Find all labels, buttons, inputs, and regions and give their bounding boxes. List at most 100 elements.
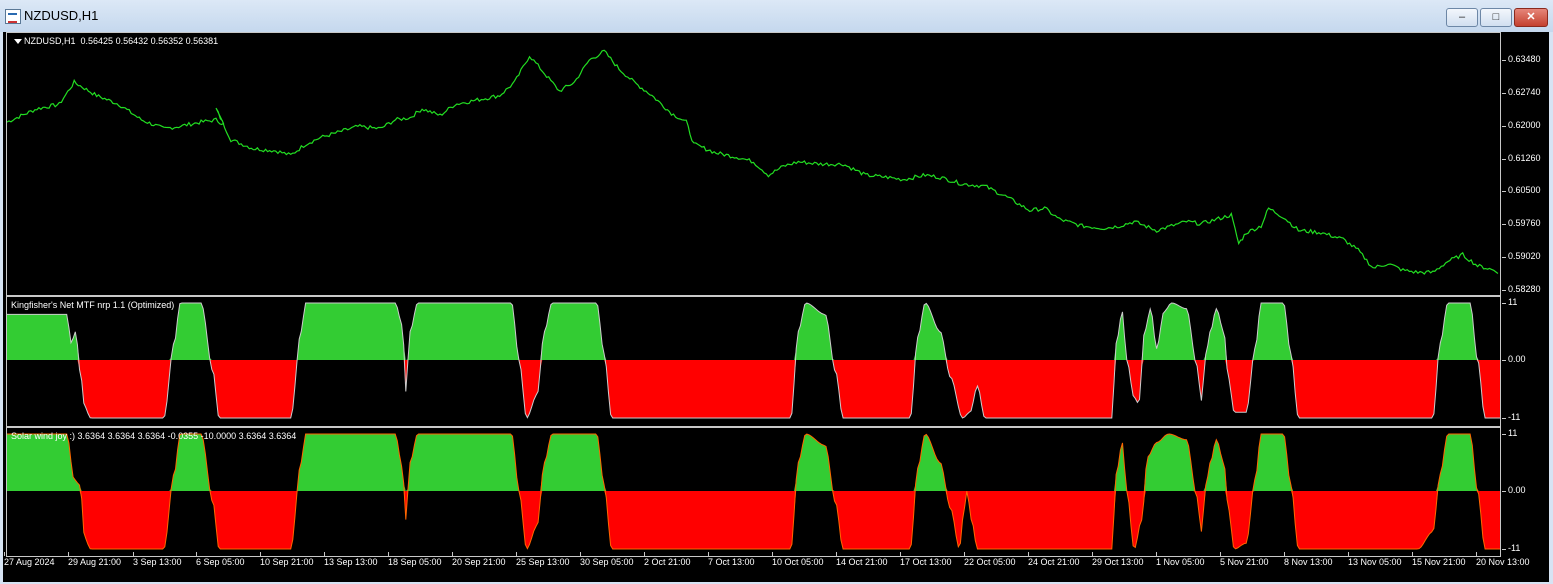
time-tick-label: 6 Sep 05:00 <box>196 557 245 567</box>
price-pane[interactable]: NZDUSD,H1 0.56425 0.56432 0.56352 0.5638… <box>6 32 1501 296</box>
time-tick-mark <box>900 552 901 556</box>
solar-wind-header: Solar wind joy :) 3.6364 3.6364 3.6364 -… <box>11 431 296 441</box>
time-tick-mark <box>452 552 453 556</box>
time-tick-mark <box>68 552 69 556</box>
time-tick-label: 20 Nov 13:00 <box>1476 557 1530 567</box>
price-tick-mark <box>1502 191 1506 193</box>
time-tick-label: 20 Sep 21:00 <box>452 557 506 567</box>
solar-wind-positive-area <box>7 434 1500 491</box>
symbol-label: NZDUSD,H1 <box>24 36 76 46</box>
time-tick-mark <box>1348 552 1349 556</box>
price-tick-label: 0.61260 <box>1508 152 1541 163</box>
kingfisher-tick-mark <box>1502 418 1506 419</box>
time-tick-label: 2 Oct 21:00 <box>644 557 691 567</box>
kingfisher-pane[interactable]: Kingfisher's Net MTF nrp 1.1 (Optimized) <box>6 296 1501 427</box>
maximize-button[interactable]: □ <box>1480 8 1512 27</box>
time-tick-label: 15 Nov 21:00 <box>1412 557 1466 567</box>
chart-dropdown-icon[interactable] <box>14 39 22 44</box>
chart-window-icon <box>5 9 21 24</box>
solar-wind-tick-label: -11 <box>1508 543 1521 553</box>
price-tick-label: 0.62740 <box>1508 86 1541 97</box>
kingfisher-tick-label: -11 <box>1508 412 1521 422</box>
chart-area[interactable]: NZDUSD,H1 0.56425 0.56432 0.56352 0.5638… <box>3 32 1549 582</box>
window-titlebar[interactable]: NZDUSD,H1 – □ ✕ <box>0 0 1553 32</box>
time-tick-mark <box>644 552 645 556</box>
time-tick-mark <box>1092 552 1093 556</box>
solar-wind-negative-area <box>7 491 1500 549</box>
price-axis[interactable]: 0.63480 0.62740 0.62000 0.61260 0.60500 0.597… <box>1502 32 1550 296</box>
price-tick-mark <box>1502 158 1506 160</box>
price-tick-label: 0.59760 <box>1508 218 1541 229</box>
kingfisher-tick-label: 0.00 <box>1508 354 1526 364</box>
time-tick-mark <box>1220 552 1221 556</box>
solar-wind-axis[interactable]: 11 0.00 -11 <box>1502 427 1550 557</box>
time-tick-mark <box>1476 552 1477 556</box>
time-tick-label: 3 Sep 13:00 <box>133 557 182 567</box>
time-tick-mark <box>708 552 709 556</box>
price-tick-mark <box>1502 92 1506 94</box>
window-title: NZDUSD,H1 <box>24 8 99 23</box>
time-tick-mark <box>133 552 134 556</box>
solar-wind-tick-mark <box>1502 491 1506 492</box>
minimize-button[interactable]: – <box>1446 8 1478 27</box>
time-tick-label: 14 Oct 21:00 <box>836 557 888 567</box>
price-tick-label: 0.59020 <box>1508 251 1541 262</box>
time-tick-label: 29 Oct 13:00 <box>1092 557 1144 567</box>
solar-wind-tick-mark <box>1502 549 1506 550</box>
time-tick-mark <box>1412 552 1413 556</box>
time-tick-mark <box>1156 552 1157 556</box>
time-tick-label: 27 Aug 2024 <box>4 557 55 567</box>
price-tick-label: 0.63480 <box>1508 54 1541 64</box>
time-tick-mark <box>324 552 325 556</box>
price-tick-label: 0.58280 <box>1508 284 1541 294</box>
time-tick-label: 22 Oct 05:00 <box>964 557 1016 567</box>
time-tick-label: 13 Nov 05:00 <box>1348 557 1402 567</box>
time-tick-label: 17 Oct 13:00 <box>900 557 952 567</box>
price-tick-mark <box>1502 60 1506 61</box>
solar-wind-chart-svg <box>7 433 1500 550</box>
kingfisher-tick-mark <box>1502 303 1506 304</box>
terminal-window: NZDUSD,H1 – □ ✕ NZDUSD,H1 0.56425 0.5643… <box>0 0 1553 584</box>
kingfisher-tick-label: 11 <box>1508 297 1518 307</box>
close-button[interactable]: ✕ <box>1514 8 1548 27</box>
price-tick-mark <box>1502 125 1506 127</box>
time-tick-label: 1 Nov 05:00 <box>1156 557 1205 567</box>
solar-wind-tick-label: 0.00 <box>1508 485 1526 495</box>
price-line <box>7 49 1499 275</box>
price-tick-label: 0.62000 <box>1508 119 1541 130</box>
solar-wind-pane[interactable]: Solar wind joy :) 3.6364 3.6364 3.6364 -… <box>6 427 1501 557</box>
solar-wind-values: 3.6364 3.6364 3.6364 -0.0355 -10.0000 3.… <box>77 431 297 441</box>
time-tick-mark <box>4 552 5 556</box>
time-tick-label: 5 Nov 21:00 <box>1220 557 1269 567</box>
time-tick-label: 29 Aug 21:00 <box>68 557 122 567</box>
kingfisher-negative-area <box>7 360 1500 418</box>
price-tick-mark <box>1502 257 1506 259</box>
ohlc-values: 0.56425 0.56432 0.56352 0.56381 <box>80 36 219 46</box>
kingfisher-axis[interactable]: 11 0.00 -11 <box>1502 296 1550 427</box>
kingfisher-chart-svg <box>7 302 1500 419</box>
time-tick-mark <box>516 552 517 556</box>
time-tick-label: 25 Sep 13:00 <box>516 557 570 567</box>
time-tick-label: 10 Sep 21:00 <box>260 557 314 567</box>
price-chart-svg <box>7 49 1499 275</box>
time-tick-mark <box>1284 552 1285 556</box>
time-tick-mark <box>196 552 197 556</box>
time-tick-label: 10 Oct 05:00 <box>772 557 824 567</box>
time-tick-label: 24 Oct 21:00 <box>1028 557 1080 567</box>
time-tick-label: 30 Sep 05:00 <box>580 557 634 567</box>
kingfisher-tick-mark <box>1502 360 1506 361</box>
price-tick-mark <box>1502 290 1506 291</box>
time-tick-mark <box>388 552 389 556</box>
kingfisher-positive-area <box>7 303 1500 360</box>
time-tick-mark <box>772 552 773 556</box>
solar-wind-label: Solar wind joy :) <box>11 431 76 441</box>
time-tick-mark <box>1028 552 1029 556</box>
solar-wind-tick-mark <box>1502 434 1506 435</box>
price-pane-header: NZDUSD,H1 0.56425 0.56432 0.56352 0.5638… <box>24 36 218 46</box>
price-tick-mark <box>1502 224 1506 226</box>
time-tick-mark <box>964 552 965 556</box>
kingfisher-label: Kingfisher's Net MTF nrp 1.1 (Optimized) <box>11 300 175 310</box>
time-tick-mark <box>580 552 581 556</box>
time-tick-label: 7 Oct 13:00 <box>708 557 755 567</box>
time-tick-mark <box>836 552 837 556</box>
